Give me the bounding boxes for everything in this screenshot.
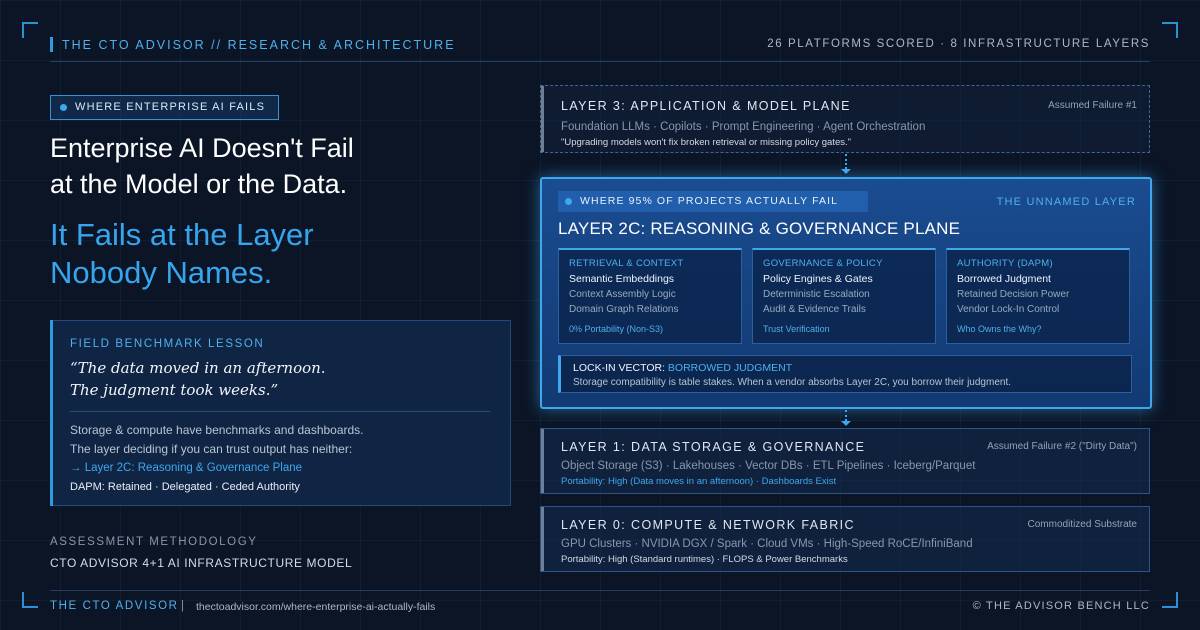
layer-3-note: "Upgrading models won't fix broken retri…	[561, 137, 851, 148]
layer-2c-column-retrieval: RETRIEVAL & CONTEXT Semantic Embeddings …	[558, 248, 742, 344]
column-footer: 0% Portability (Non-S3)	[569, 324, 664, 334]
lesson-quote: “The data moved in an afternoon. The jud…	[70, 357, 490, 401]
lesson-quote-line2: The judgment took weeks.”	[70, 381, 279, 399]
hero-headline-line1: Enterprise AI Doesn't Fail	[50, 133, 354, 163]
hero-subhead-line2: Nobody Names.	[50, 255, 273, 290]
header-brand: THE CTO ADVISOR // RESEARCH & ARCHITECTU…	[62, 38, 456, 52]
layer-3-title: LAYER 3: APPLICATION & MODEL PLANE	[561, 99, 851, 113]
column-item: Vendor Lock-In Control	[957, 304, 1060, 315]
lesson-body-line1: Storage & compute have benchmarks and da…	[70, 423, 364, 437]
hero-badge: WHERE ENTERPRISE AI FAILS	[50, 95, 280, 120]
layer-2c-title: LAYER 2C: REASONING & GOVERNANCE PLANE	[558, 219, 961, 238]
hero-headline-line2: at the Model or the Data.	[50, 169, 348, 199]
lesson-dapm: DAPM: Retained · Delegated · Ceded Autho…	[70, 481, 300, 493]
layer-3-card: LAYER 3: APPLICATION & MODEL PLANE Assum…	[540, 85, 1150, 153]
column-heading: GOVERNANCE & POLICY	[763, 258, 883, 269]
column-item: Domain Graph Relations	[569, 304, 679, 315]
lock-in-heading: LOCK-IN VECTOR: BORROWED JUDGMENT	[573, 362, 792, 374]
hero-subhead: It Fails at the Layer Nobody Names.	[50, 216, 490, 292]
column-item: Audit & Evidence Trails	[763, 304, 866, 315]
lock-in-body: Storage compatibility is table stakes. W…	[573, 377, 1011, 388]
layer-0-tag: Commoditized Substrate	[1027, 519, 1138, 530]
methodology-name: CTO ADVISOR 4+1 AI INFRASTRUCTURE MODEL	[50, 556, 353, 570]
layer-0-note: Portability: High (Standard runtimes) · …	[561, 554, 848, 565]
layer-1-card: LAYER 1: DATA STORAGE & GOVERNANCE Assum…	[540, 428, 1150, 494]
layer-0-card: LAYER 0: COMPUTE & NETWORK FABRIC Commod…	[540, 506, 1150, 572]
hero-badge-label: WHERE ENTERPRISE AI FAILS	[75, 101, 266, 113]
column-item: Borrowed Judgment	[957, 273, 1051, 285]
layer-3-tag: Assumed Failure #1	[1048, 100, 1137, 111]
column-item: Policy Engines & Gates	[763, 273, 873, 285]
layer-1-tag: Assumed Failure #2 ("Dirty Data")	[987, 441, 1137, 452]
column-item: Context Assembly Logic	[569, 289, 676, 300]
layer-1-note: Portability: High (Data moves in an afte…	[561, 476, 837, 487]
layer-1-items: Object Storage (S3) · Lakehouses · Vecto…	[561, 460, 976, 472]
connector-l3-l2c	[845, 154, 847, 169]
layer-0-title: LAYER 0: COMPUTE & NETWORK FABRIC	[561, 518, 855, 532]
lock-in-label: LOCK-IN VECTOR:	[573, 362, 665, 374]
hero-headline: Enterprise AI Doesn't Fail at the Model …	[50, 130, 490, 202]
corner-bracket-bottom-left	[22, 592, 38, 608]
lesson-layer-link[interactable]: → Layer 2C: Reasoning & Governance Plane	[70, 462, 302, 474]
connector-l2c-l1	[845, 410, 847, 421]
layer-2c-tag: THE UNNAMED LAYER	[996, 196, 1136, 208]
footer-url-link[interactable]: thectoadvisor.com/where-enterprise-ai-ac…	[196, 601, 435, 613]
corner-bracket-top-left	[22, 22, 38, 38]
header-accent-bar	[50, 37, 53, 52]
column-heading: RETRIEVAL & CONTEXT	[569, 258, 684, 269]
lesson-divider	[70, 411, 490, 412]
header-divider	[50, 61, 1150, 62]
methodology-title: ASSESSMENT METHODOLOGY	[50, 536, 258, 548]
layer-3-items: Foundation LLMs · Copilots · Prompt Engi…	[561, 121, 926, 133]
layer-2c-badge-label: WHERE 95% OF PROJECTS ACTUALLY FAIL	[580, 195, 839, 207]
arrow-down-icon	[841, 421, 851, 426]
footer-copyright: © THE ADVISOR BENCH LLC	[972, 600, 1150, 612]
column-footer: Who Owns the Why?	[957, 324, 1042, 334]
column-item: Retained Decision Power	[957, 289, 1070, 300]
layer-1-title: LAYER 1: DATA STORAGE & GOVERNANCE	[561, 440, 866, 454]
layer-2c-column-governance: GOVERNANCE & POLICY Policy Engines & Gat…	[752, 248, 936, 344]
layer-3-accent	[541, 86, 544, 152]
column-item: Deterministic Escalation	[763, 289, 870, 300]
lock-in-vector-box: LOCK-IN VECTOR: BORROWED JUDGMENT Storag…	[558, 355, 1132, 393]
lesson-body-line2: The layer deciding if you can trust outp…	[70, 442, 353, 456]
column-heading: AUTHORITY (DAPM)	[957, 258, 1053, 269]
layer-2c-column-authority: AUTHORITY (DAPM) Borrowed Judgment Retai…	[946, 248, 1130, 344]
footer-brand: THE CTO ADVISOR	[50, 600, 179, 612]
lock-in-value: BORROWED JUDGMENT	[667, 362, 793, 374]
corner-bracket-top-right	[1162, 22, 1178, 38]
footer-divider	[50, 590, 1150, 591]
lesson-body: Storage & compute have benchmarks and da…	[70, 421, 500, 459]
arrow-down-icon	[841, 169, 851, 174]
header-stats: 26 PLATFORMS SCORED · 8 INFRASTRUCTURE L…	[767, 38, 1150, 50]
column-footer: Trust Verification	[763, 324, 830, 334]
lesson-title: FIELD BENCHMARK LESSON	[70, 338, 265, 350]
column-item: Semantic Embeddings	[569, 273, 675, 285]
footer-separator: |	[181, 600, 184, 612]
lesson-card-accent	[50, 320, 53, 506]
layer-0-items: GPU Clusters · NVIDIA DGX / Spark · Clou…	[561, 538, 973, 550]
layer-1-accent	[541, 429, 544, 493]
corner-bracket-bottom-right	[1162, 592, 1178, 608]
hero-subhead-line1: It Fails at the Layer	[50, 217, 314, 252]
lesson-quote-line1: “The data moved in an afternoon.	[70, 359, 326, 377]
layer-0-accent	[541, 507, 544, 571]
layer-2c-badge: WHERE 95% OF PROJECTS ACTUALLY FAIL	[558, 191, 868, 212]
